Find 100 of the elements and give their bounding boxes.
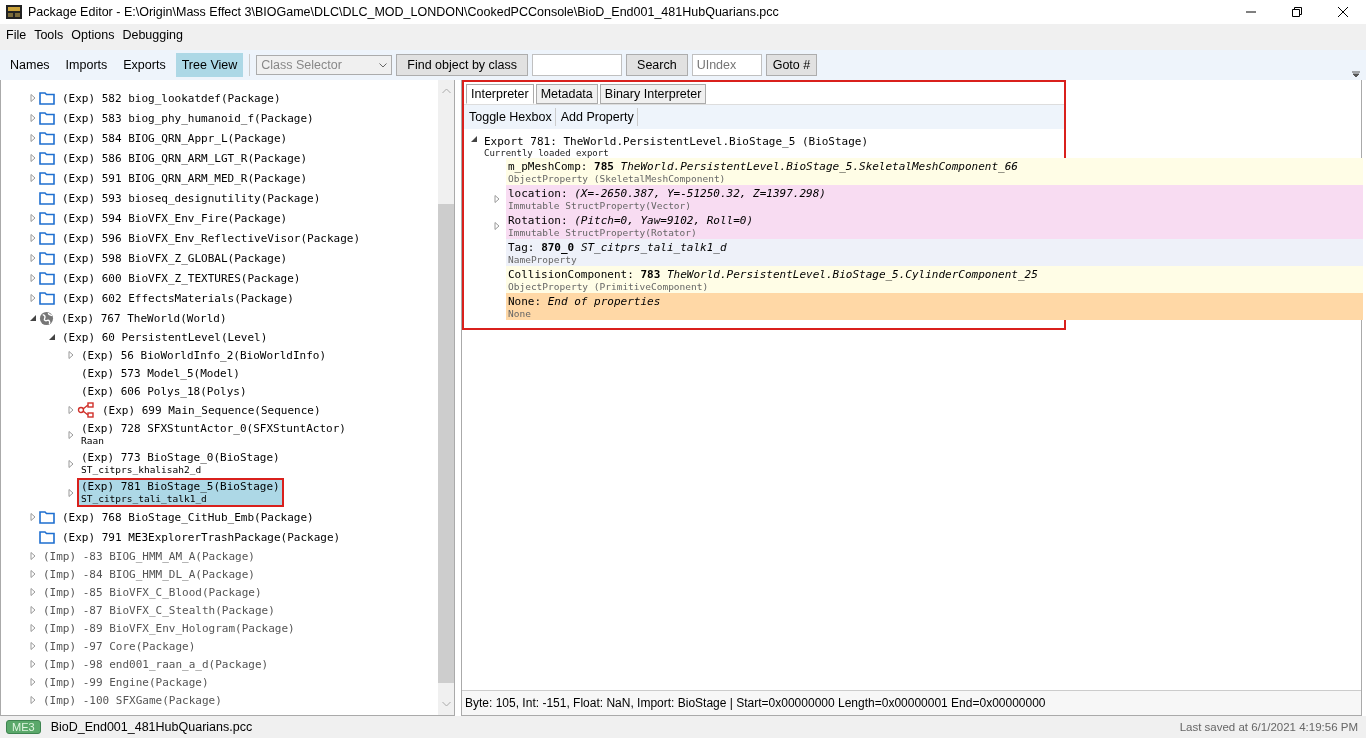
menu-item[interactable]: Tools [30, 28, 68, 42]
expand-arrow-icon[interactable] [29, 624, 37, 632]
expand-arrow-icon[interactable] [67, 351, 75, 359]
tree-item[interactable]: (Imp) -89 BioVFX_Env_Hologram(Package) [39, 619, 299, 637]
tree-item[interactable]: (Exp) 591 BIOG_QRN_ARM_MED_R(Package) [58, 169, 312, 187]
tree-item[interactable]: (Exp) 773 BioStage_0(BioStage) ST_citprs_khalisah2_d [77, 449, 284, 478]
tree-item[interactable]: (Exp) 60 PersistentLevel(Level) [58, 328, 272, 346]
view-tab[interactable]: Names [4, 53, 56, 77]
search-button[interactable]: Search [626, 54, 688, 76]
expand-arrow-icon[interactable] [67, 430, 75, 439]
tree-item[interactable]: (Exp) 606 Polys_18(Polys) [77, 382, 251, 400]
tree-item[interactable]: (Exp) 582 biog_lookatdef(Package) [58, 89, 285, 107]
toolbar-button[interactable]: Toggle Hexbox [466, 108, 556, 126]
expand-arrow-icon[interactable] [29, 94, 37, 102]
scrollbar[interactable] [438, 80, 454, 715]
tree-item[interactable]: (Exp) 602 EffectsMaterials(Package) [58, 289, 298, 307]
tree-item[interactable]: (Imp) -84 BIOG_HMM_DL_A(Package) [39, 565, 259, 583]
expand-arrow-icon[interactable] [29, 134, 37, 142]
tree-item[interactable]: (Exp) 791 ME3ExplorerTrashPackage(Package) [58, 528, 345, 546]
toolbar-button[interactable]: Add Property [557, 108, 638, 126]
expand-arrow-icon[interactable] [29, 570, 37, 578]
property-row[interactable]: location: (X=-2650.387, Y=-51250.32, Z=1397.298) Immutable StructProperty(Vector) [506, 185, 1363, 212]
property-row[interactable]: None: End of properties None [506, 293, 1363, 320]
tree-item[interactable]: (Exp) 728 SFXStuntActor_0(SFXStuntActor) Raan [77, 420, 350, 449]
tree-item[interactable]: (Imp) -87 BioVFX_C_Stealth(Package) [39, 601, 279, 619]
tree-item[interactable]: (Exp) 573 Model_5(Model) [77, 364, 244, 382]
menu-item[interactable]: Options [67, 28, 119, 42]
folder-icon [39, 111, 55, 125]
save-status: Last saved at 6/1/2021 4:19:56 PM [1179, 721, 1358, 733]
expand-arrow-icon[interactable] [67, 406, 75, 414]
menu-item[interactable]: File [2, 28, 31, 42]
tree-item[interactable]: (Exp) 586 BIOG_QRN_ARM_LGT_R(Package) [58, 149, 312, 167]
expand-arrow-icon[interactable] [29, 678, 37, 686]
scroll-down-icon[interactable] [441, 701, 451, 707]
expand-arrow-icon[interactable] [29, 513, 37, 521]
search-field[interactable] [532, 54, 623, 76]
expand-arrow-icon[interactable] [29, 174, 37, 182]
collapse-arrow-icon[interactable] [29, 314, 37, 322]
expand-arrow-icon[interactable] [29, 114, 37, 122]
collapse-arrow-icon[interactable] [470, 135, 478, 143]
tree-item[interactable]: (Exp) 593 bioseq_designutility(Package) [58, 189, 325, 207]
expand-arrow-icon[interactable] [29, 294, 37, 302]
view-tab[interactable]: Tree View [175, 53, 244, 77]
tree-item[interactable]: (Imp) -85 BioVFX_C_Blood(Package) [39, 583, 266, 601]
expand-arrow-icon[interactable] [29, 642, 37, 650]
expand-arrow-icon[interactable] [29, 154, 37, 162]
view-tab[interactable]: Imports [59, 53, 114, 77]
editor-tab[interactable]: Binary Interpreter [599, 84, 707, 104]
property-row[interactable]: Tag: 870_0 ST_citprs_tali_talk1_d NameProperty [506, 239, 1363, 266]
tree-item[interactable]: (Imp) -97 Core(Package) [39, 637, 200, 655]
game-badge: ME3 [6, 720, 41, 734]
tree-item[interactable]: (Exp) 584 BIOG_QRN_Appr_L(Package) [58, 129, 292, 147]
expand-arrow-icon[interactable] [29, 214, 37, 222]
uindex-field[interactable]: UIndex [691, 54, 762, 76]
view-tab[interactable]: Exports [117, 53, 172, 77]
property-row[interactable]: Rotation: (Pitch=0, Yaw=9102, Roll=0) Immutable StructProperty(Rotator) [506, 212, 1363, 239]
tree-item[interactable]: (Exp) 56 BioWorldInfo_2(BioWorldInfo) [77, 346, 331, 364]
tree-item[interactable]: (Exp) 699 Main_Sequence(Sequence) [98, 401, 325, 419]
expand-arrow-icon[interactable] [67, 459, 75, 468]
expand-arrow-icon[interactable] [29, 660, 37, 668]
export-subtitle: Currently loaded export [484, 148, 610, 158]
scroll-up-icon[interactable] [441, 88, 451, 94]
expand-arrow-icon[interactable] [29, 552, 37, 560]
expand-arrow-icon[interactable] [29, 274, 37, 282]
tree-item[interactable]: (Exp) 598 BioVFX_Z_GLOBAL(Package) [58, 249, 292, 267]
tree-item[interactable]: (Imp) -99 Engine(Package) [39, 673, 213, 691]
goto-button[interactable]: Goto # [765, 54, 818, 76]
tree-item[interactable]: (Exp) 600 BioVFX_Z_TEXTURES(Package) [58, 269, 305, 287]
expand-arrow-icon[interactable] [67, 488, 75, 497]
tree-item[interactable]: (Imp) -100 SFXGame(Package) [39, 691, 226, 709]
expand-arrow-icon[interactable] [29, 696, 37, 704]
collapse-arrow-icon[interactable] [48, 333, 56, 341]
node-graph-icon [77, 402, 95, 418]
expand-arrow-icon[interactable] [29, 588, 37, 596]
editor-tab[interactable]: Metadata [535, 84, 598, 104]
tree-item[interactable]: (Exp) 583 biog_phy_humanoid_f(Package) [58, 109, 318, 127]
expand-arrow-icon[interactable] [29, 234, 37, 242]
tree-item[interactable]: (Exp) 596 BioVFX_Env_ReflectiveVisor(Package) [58, 229, 365, 247]
property-value: m_pMeshComp: 785 TheWorld.PersistentLevel.BioStage_5.SkeletalMeshComponent_66 [508, 160, 1019, 173]
tree-item[interactable]: (Exp) 767 TheWorld(World) [57, 309, 231, 327]
folder-icon [39, 211, 55, 225]
tree-item[interactable]: (Imp) -98 end001_raan_a_d(Package) [39, 655, 273, 673]
expand-arrow-icon[interactable] [29, 606, 37, 614]
window-title: Package Editor - E:\Origin\Mass Effect 3\BIOGame\DLC\DLC_MOD_LONDON\CookedPCConsole\BioD_End001_481HubQuarians.pcc [28, 5, 780, 19]
tree-item[interactable]: (Imp) -83 BIOG_HMM_AM_A(Package) [39, 547, 259, 565]
folder-icon [39, 271, 55, 285]
expand-arrow-icon[interactable] [493, 194, 501, 203]
tree-item[interactable]: (Exp) 781 BioStage_5(BioStage) ST_citprs_tali_talk1_d [77, 478, 284, 507]
tree-item[interactable]: (Exp) 768 BioStage_CitHub_Emb(Package) [58, 508, 318, 526]
editor-tab[interactable]: Interpreter [466, 84, 534, 104]
folder-icon [39, 131, 55, 145]
expand-arrow-icon[interactable] [29, 254, 37, 262]
overflow-icon[interactable] [1352, 71, 1360, 78]
property-row[interactable]: m_pMeshComp: 785 TheWorld.PersistentLevel.BioStage_5.SkeletalMeshComponent_66 ObjectProperty (SkeletalMeshComponent) [506, 158, 1363, 185]
expand-arrow-icon[interactable] [493, 221, 501, 230]
find-button[interactable]: Find object by class [396, 54, 529, 76]
property-type: Immutable StructProperty(Vector) [508, 200, 693, 211]
tree-item[interactable]: (Exp) 594 BioVFX_Env_Fire(Package) [58, 209, 292, 227]
menu-item[interactable]: Debugging [118, 28, 187, 42]
property-row[interactable]: CollisionComponent: 783 TheWorld.PersistentLevel.BioStage_5.CylinderComponent_25 ObjectProperty (PrimitiveComponent) [506, 266, 1363, 293]
